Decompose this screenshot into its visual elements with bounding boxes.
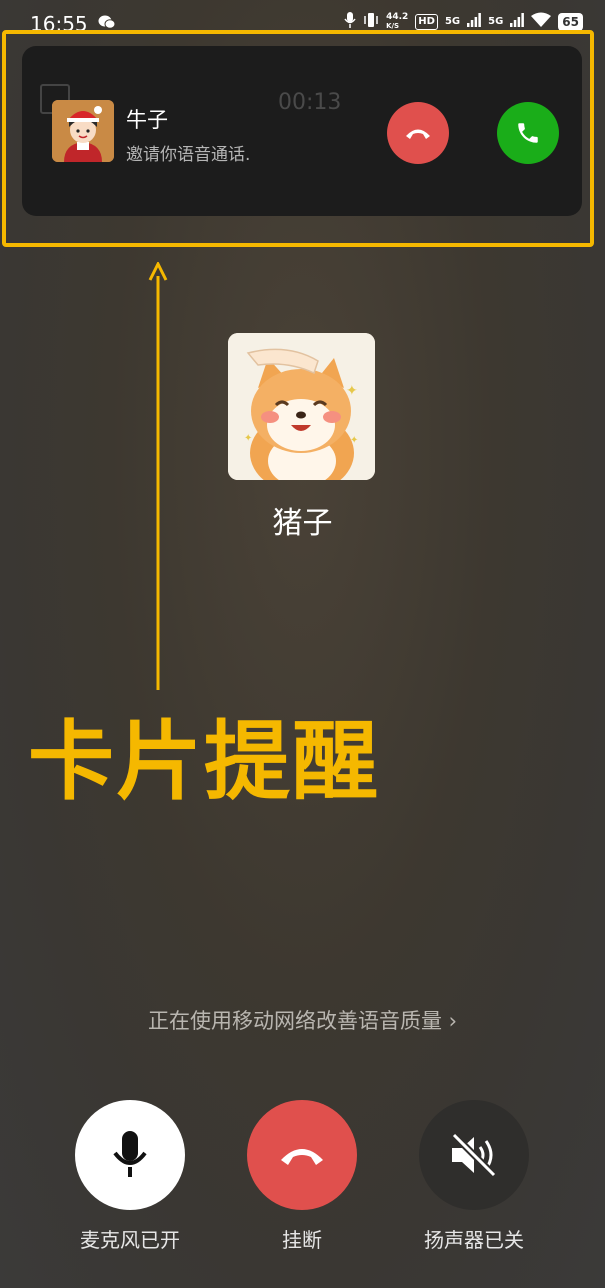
net-speed: 44.2 K/S	[386, 11, 409, 30]
callee-avatar: ✦ ✦ ✦	[228, 333, 375, 480]
hangup-button[interactable]	[247, 1100, 357, 1210]
signal-icon-2	[510, 13, 525, 30]
microphone-label: 麦克风已开	[80, 1228, 180, 1252]
hangup-label: 挂断	[282, 1228, 322, 1252]
speaker-label: 扬声器已关	[424, 1228, 524, 1252]
annotation-text: 卡片提醒	[28, 712, 380, 812]
sim2-5g: 5G	[488, 16, 504, 27]
sim1-5g: 5G	[444, 16, 461, 27]
mic-icon	[344, 12, 356, 31]
card-highlight-frame	[2, 30, 594, 247]
hangup-icon	[281, 1149, 323, 1165]
annotation-arrow	[148, 262, 168, 690]
microphone-icon	[113, 1131, 147, 1177]
speaker-toggle-button[interactable]	[419, 1100, 529, 1210]
speaker-muted-icon	[451, 1133, 497, 1177]
battery-icon: 65	[558, 12, 583, 31]
svg-text:✦: ✦	[244, 433, 252, 444]
vibrate-icon	[363, 12, 379, 31]
wifi-icon	[531, 12, 552, 31]
status-icons: 44.2 K/S HD 5G 5G 65	[344, 12, 583, 31]
hd-badge: HD	[415, 13, 438, 30]
signal-icon	[467, 13, 482, 30]
svg-text:✦: ✦	[346, 383, 358, 399]
callee-name: 猪子	[272, 506, 333, 541]
microphone-toggle-button[interactable]	[75, 1100, 185, 1210]
svg-text:✦: ✦	[350, 435, 358, 446]
network-quality-hint[interactable]: 正在使用移动网络改善语音质量 ›	[0, 1005, 605, 1035]
